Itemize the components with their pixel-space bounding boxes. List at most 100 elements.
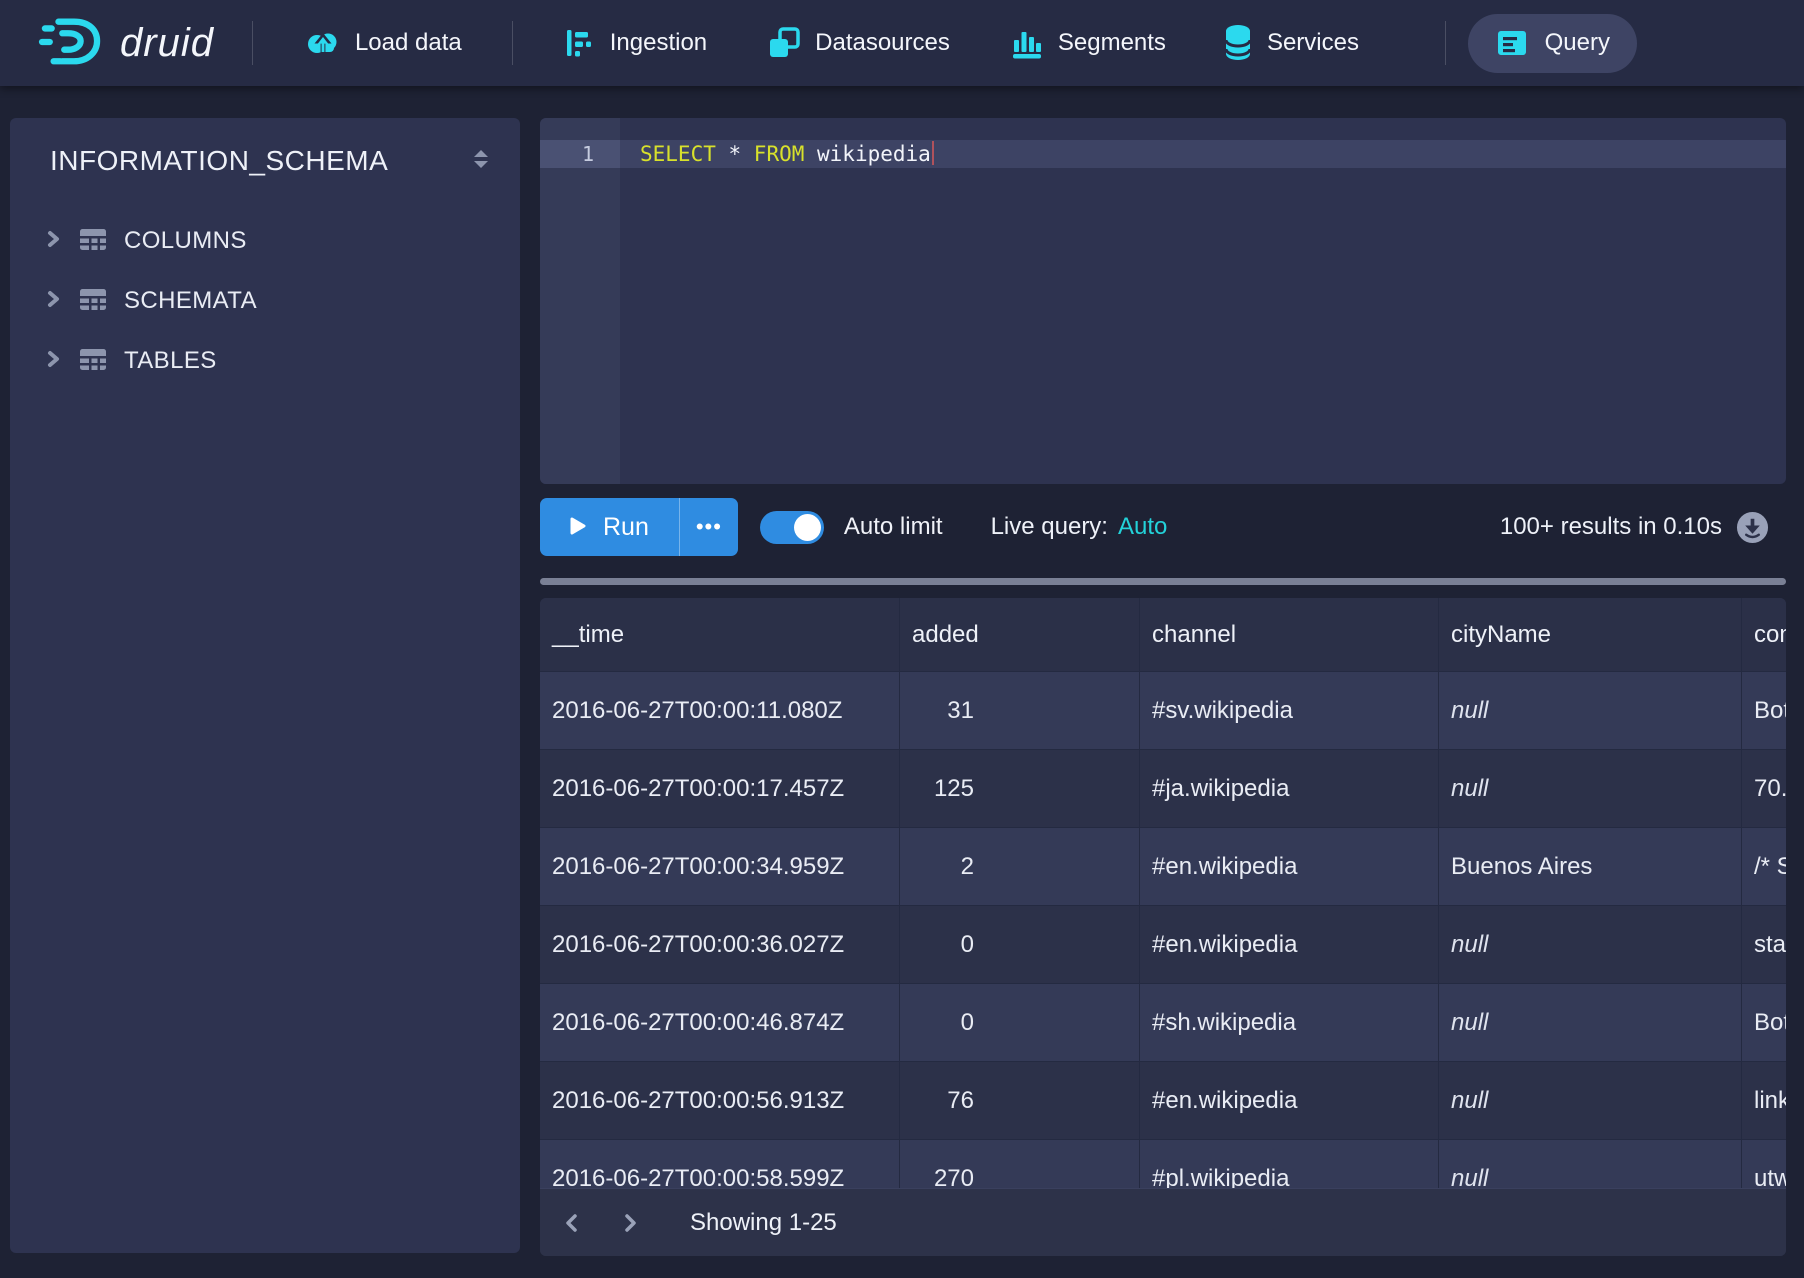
sql-line-1[interactable]: SELECT * FROM wikipedia bbox=[620, 140, 1786, 168]
cell-channel[interactable]: #sh.wikipedia bbox=[1140, 984, 1439, 1061]
column-header-comment[interactable]: comment bbox=[1742, 598, 1786, 672]
table-row: 2016-06-27T00:00:58.599Z270#pl.wikipedia… bbox=[540, 1140, 1786, 1188]
cell-added[interactable]: 31 bbox=[900, 672, 1140, 749]
cell-added[interactable]: 0 bbox=[900, 906, 1140, 983]
cell-added[interactable]: 0 bbox=[900, 984, 1140, 1061]
cell-cityName[interactable]: null bbox=[1439, 750, 1742, 827]
column-header-cityname[interactable]: cityName bbox=[1439, 598, 1742, 672]
nav-item-label: Load data bbox=[355, 29, 462, 57]
tree-item-tables[interactable]: TABLES bbox=[10, 331, 520, 391]
cell-cityName[interactable]: null bbox=[1439, 984, 1742, 1061]
schema-selector[interactable]: INFORMATION_SCHEMA bbox=[10, 118, 520, 177]
table-row: 2016-06-27T00:00:34.959Z2#en.wikipediaBu… bbox=[540, 828, 1786, 906]
cell-time[interactable]: 2016-06-27T00:00:58.599Z bbox=[540, 1140, 900, 1188]
chevron-right-icon[interactable] bbox=[43, 349, 63, 374]
table-row: 2016-06-27T00:00:36.027Z0#en.wikipedianu… bbox=[540, 906, 1786, 984]
cell-comment[interactable]: 70. bbox=[1742, 750, 1786, 827]
nav-item-label: Segments bbox=[1058, 29, 1166, 57]
tree-item-label: TABLES bbox=[124, 347, 217, 375]
segments-icon bbox=[1010, 26, 1044, 60]
nav-item-load-data[interactable]: Load data bbox=[305, 25, 462, 61]
editor-code-area[interactable]: SELECT * FROM wikipedia bbox=[620, 118, 1786, 484]
cell-cityName[interactable]: null bbox=[1439, 1062, 1742, 1139]
auto-limit-toggle[interactable] bbox=[760, 511, 824, 544]
cell-added[interactable]: 2 bbox=[900, 828, 1140, 905]
cell-comment[interactable]: Bot bbox=[1742, 672, 1786, 749]
chevron-right-icon[interactable] bbox=[43, 289, 63, 314]
cell-comment[interactable]: Bot bbox=[1742, 984, 1786, 1061]
cell-channel[interactable]: #pl.wikipedia bbox=[1140, 1140, 1439, 1188]
nav-item-query[interactable]: Query bbox=[1468, 14, 1637, 73]
tree-item-columns[interactable]: COLUMNS bbox=[10, 211, 520, 271]
cell-time[interactable]: 2016-06-27T00:00:34.959Z bbox=[540, 828, 900, 905]
cell-comment[interactable]: utw bbox=[1742, 1140, 1786, 1188]
cell-added[interactable]: 270 bbox=[900, 1140, 1140, 1188]
cell-comment[interactable]: link bbox=[1742, 1062, 1786, 1139]
query-toolbar: Run ••• Auto limit Live query: Auto 100+… bbox=[540, 498, 1786, 556]
nav-item-label: Ingestion bbox=[610, 29, 707, 57]
nav-item-label: Services bbox=[1267, 29, 1359, 57]
cell-channel[interactable]: #ja.wikipedia bbox=[1140, 750, 1439, 827]
chevron-right-icon[interactable] bbox=[43, 229, 63, 254]
cell-time[interactable]: 2016-06-27T00:00:36.027Z bbox=[540, 906, 900, 983]
cell-channel[interactable]: #en.wikipedia bbox=[1140, 1062, 1439, 1139]
druid-logo[interactable]: druid bbox=[38, 13, 214, 74]
table-icon bbox=[77, 343, 109, 380]
run-more-button[interactable]: ••• bbox=[679, 498, 738, 556]
results-pagination: Showing 1-25 bbox=[540, 1188, 1786, 1256]
cell-cityName[interactable]: null bbox=[1439, 906, 1742, 983]
schema-title: INFORMATION_SCHEMA bbox=[50, 145, 388, 177]
cell-comment[interactable]: /* S bbox=[1742, 828, 1786, 905]
line-number: 1 bbox=[540, 140, 620, 168]
live-query-value[interactable]: Auto bbox=[1118, 513, 1167, 541]
results-header-row: __time added channel cityName comment bbox=[540, 598, 1786, 672]
sql-text: * bbox=[716, 142, 754, 166]
sql-text: wikipedia bbox=[804, 142, 930, 166]
nav-item-ingestion[interactable]: Ingestion bbox=[562, 26, 707, 60]
column-header-added[interactable]: added bbox=[900, 598, 1140, 672]
live-query-label: Live query: bbox=[991, 513, 1108, 541]
column-header-time[interactable]: __time bbox=[540, 598, 900, 672]
cell-cityName[interactable]: null bbox=[1439, 1140, 1742, 1188]
run-button[interactable]: Run bbox=[540, 498, 679, 556]
cell-cityName[interactable]: Buenos Aires bbox=[1439, 828, 1742, 905]
table-icon bbox=[77, 223, 109, 260]
nav-item-datasources[interactable]: Datasources bbox=[767, 26, 950, 60]
next-page-button[interactable] bbox=[612, 1201, 648, 1245]
tree-item-label: COLUMNS bbox=[124, 227, 247, 255]
showing-range-label: Showing 1-25 bbox=[690, 1209, 837, 1237]
load-data-icon bbox=[305, 25, 341, 61]
navbar-divider bbox=[1445, 21, 1446, 65]
editor-gutter: 1 bbox=[540, 118, 620, 484]
results-horizontal-scrollbar[interactable] bbox=[540, 578, 1786, 585]
cell-time[interactable]: 2016-06-27T00:00:56.913Z bbox=[540, 1062, 900, 1139]
tree-item-schemata[interactable]: SCHEMATA bbox=[10, 271, 520, 331]
double-caret-icon[interactable] bbox=[472, 148, 490, 175]
cell-channel[interactable]: #sv.wikipedia bbox=[1140, 672, 1439, 749]
cell-channel[interactable]: #en.wikipedia bbox=[1140, 828, 1439, 905]
run-button-label: Run bbox=[603, 513, 649, 542]
table-icon bbox=[77, 283, 109, 320]
cell-comment[interactable]: sta bbox=[1742, 906, 1786, 983]
druid-logo-text: druid bbox=[120, 21, 214, 66]
cell-cityName[interactable]: null bbox=[1439, 672, 1742, 749]
table-row: 2016-06-27T00:00:11.080Z31#sv.wikipedian… bbox=[540, 672, 1786, 750]
datasources-icon bbox=[767, 26, 801, 60]
results-body: 2016-06-27T00:00:11.080Z31#sv.wikipedian… bbox=[540, 672, 1786, 1188]
previous-page-button[interactable] bbox=[554, 1201, 590, 1245]
cell-time[interactable]: 2016-06-27T00:00:17.457Z bbox=[540, 750, 900, 827]
cell-time[interactable]: 2016-06-27T00:00:46.874Z bbox=[540, 984, 900, 1061]
text-cursor bbox=[932, 141, 934, 165]
sql-editor[interactable]: 1 SELECT * FROM wikipedia bbox=[540, 118, 1786, 484]
column-header-channel[interactable]: channel bbox=[1140, 598, 1439, 672]
nav-item-services[interactable]: Services bbox=[1223, 24, 1359, 62]
download-results-button[interactable] bbox=[1736, 511, 1769, 544]
nav-item-segments[interactable]: Segments bbox=[1010, 26, 1166, 60]
navbar: druid Load data bbox=[0, 0, 1804, 86]
toggle-knob bbox=[794, 514, 821, 541]
cell-added[interactable]: 76 bbox=[900, 1062, 1140, 1139]
cell-channel[interactable]: #en.wikipedia bbox=[1140, 906, 1439, 983]
cell-added[interactable]: 125 bbox=[900, 750, 1140, 827]
sql-keyword: SELECT bbox=[640, 142, 716, 166]
cell-time[interactable]: 2016-06-27T00:00:11.080Z bbox=[540, 672, 900, 749]
